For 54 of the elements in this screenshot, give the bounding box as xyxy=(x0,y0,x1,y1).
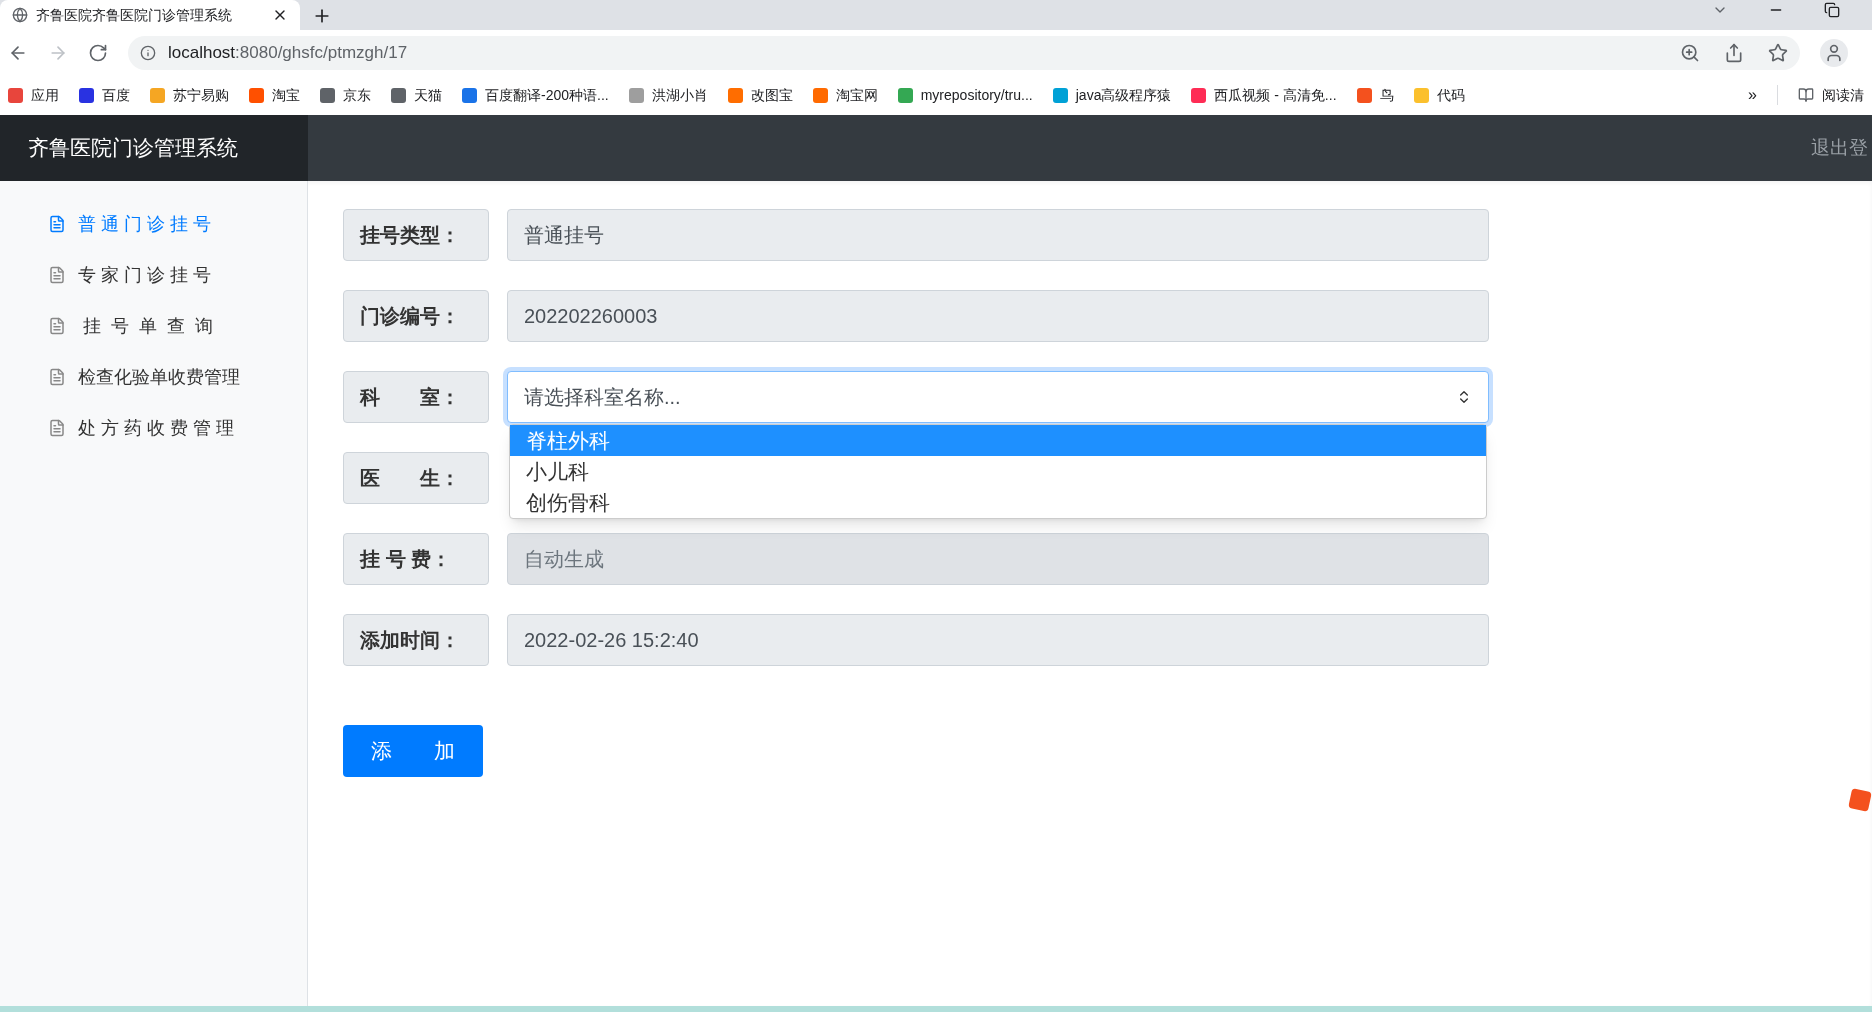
bookmark[interactable]: 代码 xyxy=(1413,84,1465,106)
share-icon[interactable] xyxy=(1724,42,1744,63)
file-icon xyxy=(48,215,66,233)
input-field[interactable]: 2022-02-26 15:2:40 xyxy=(507,614,1489,666)
bookmark[interactable]: 应用 xyxy=(8,84,59,106)
field-label: 医 生： xyxy=(343,452,489,504)
globe-icon xyxy=(12,7,28,23)
input-field[interactable]: 202202260003 xyxy=(507,290,1489,342)
bookmark[interactable]: 鸟 xyxy=(1356,84,1394,106)
field-label: 添加时间： xyxy=(343,614,489,666)
star-icon[interactable] xyxy=(1768,42,1788,63)
input-field[interactable]: 普通挂号 xyxy=(507,209,1489,261)
bookmark[interactable]: 西瓜视频 - 高清免... xyxy=(1191,84,1337,106)
url-text: localhost:8080/ghsfc/ptmzgh/17 xyxy=(168,41,408,64)
browser-tab[interactable]: 齐鲁医院齐鲁医院门诊管理系统 xyxy=(0,0,300,30)
bookmark[interactable]: 苏宁易购 xyxy=(150,84,229,106)
field-label: 挂 号 费： xyxy=(343,533,489,585)
file-icon xyxy=(48,419,66,437)
bookmark[interactable]: 改图宝 xyxy=(727,84,793,106)
address-bar[interactable]: localhost:8080/ghsfc/ptmzgh/17 xyxy=(128,35,1800,70)
tab-title: 齐鲁医院齐鲁医院门诊管理系统 xyxy=(36,5,233,25)
dropdown-option[interactable]: 小儿科 xyxy=(510,456,1486,487)
bookmark[interactable]: myrepository/tru... xyxy=(897,84,1033,106)
sidebar-item[interactable]: 处 方 药 收 费 管 理 xyxy=(48,415,307,441)
bookmark[interactable]: 洪湖小肖 xyxy=(628,84,708,106)
bookmark[interactable]: 京东 xyxy=(320,84,371,106)
reading-list[interactable]: 阅读清 xyxy=(1798,84,1864,106)
more-bookmarks[interactable]: » xyxy=(1748,83,1757,107)
sidebar-item[interactable]: 检查化验单收费管理 xyxy=(48,364,307,390)
sidebar-item[interactable]: 挂 号 单 查 询 xyxy=(48,313,307,339)
restore-icon[interactable] xyxy=(1824,2,1840,18)
sidebar-item[interactable]: 普 通 门 诊 挂 号 xyxy=(48,211,307,237)
reload-icon[interactable] xyxy=(88,42,108,63)
bookmark[interactable]: java高级程序猿 xyxy=(1052,84,1172,106)
file-icon xyxy=(48,317,66,335)
zoom-icon[interactable] xyxy=(1680,42,1700,63)
book-icon xyxy=(1798,87,1814,103)
info-icon xyxy=(140,44,156,61)
logout-link[interactable]: 退出登 xyxy=(1811,133,1868,163)
profile-icon[interactable] xyxy=(1820,38,1848,67)
field-label: 科 室： xyxy=(343,371,489,423)
bookmark[interactable]: 天猫 xyxy=(391,84,442,106)
dropdown-option[interactable]: 创伤骨科 xyxy=(510,487,1486,518)
file-icon xyxy=(48,368,66,386)
field-label: 门诊编号： xyxy=(343,290,489,342)
sidebar-item[interactable]: 专 家 门 诊 挂 号 xyxy=(48,262,307,288)
add-button[interactable]: 添 加 xyxy=(343,725,483,777)
bookmark[interactable]: 百度 xyxy=(79,84,130,106)
bookmark[interactable]: 百度翻译-200种语... xyxy=(462,84,609,106)
app-title: 齐鲁医院门诊管理系统 xyxy=(0,115,308,181)
bookmark[interactable]: 淘宝网 xyxy=(812,84,878,106)
field-label: 挂号类型： xyxy=(343,209,489,261)
file-icon xyxy=(48,266,66,284)
bookmark[interactable]: 淘宝 xyxy=(249,84,300,106)
